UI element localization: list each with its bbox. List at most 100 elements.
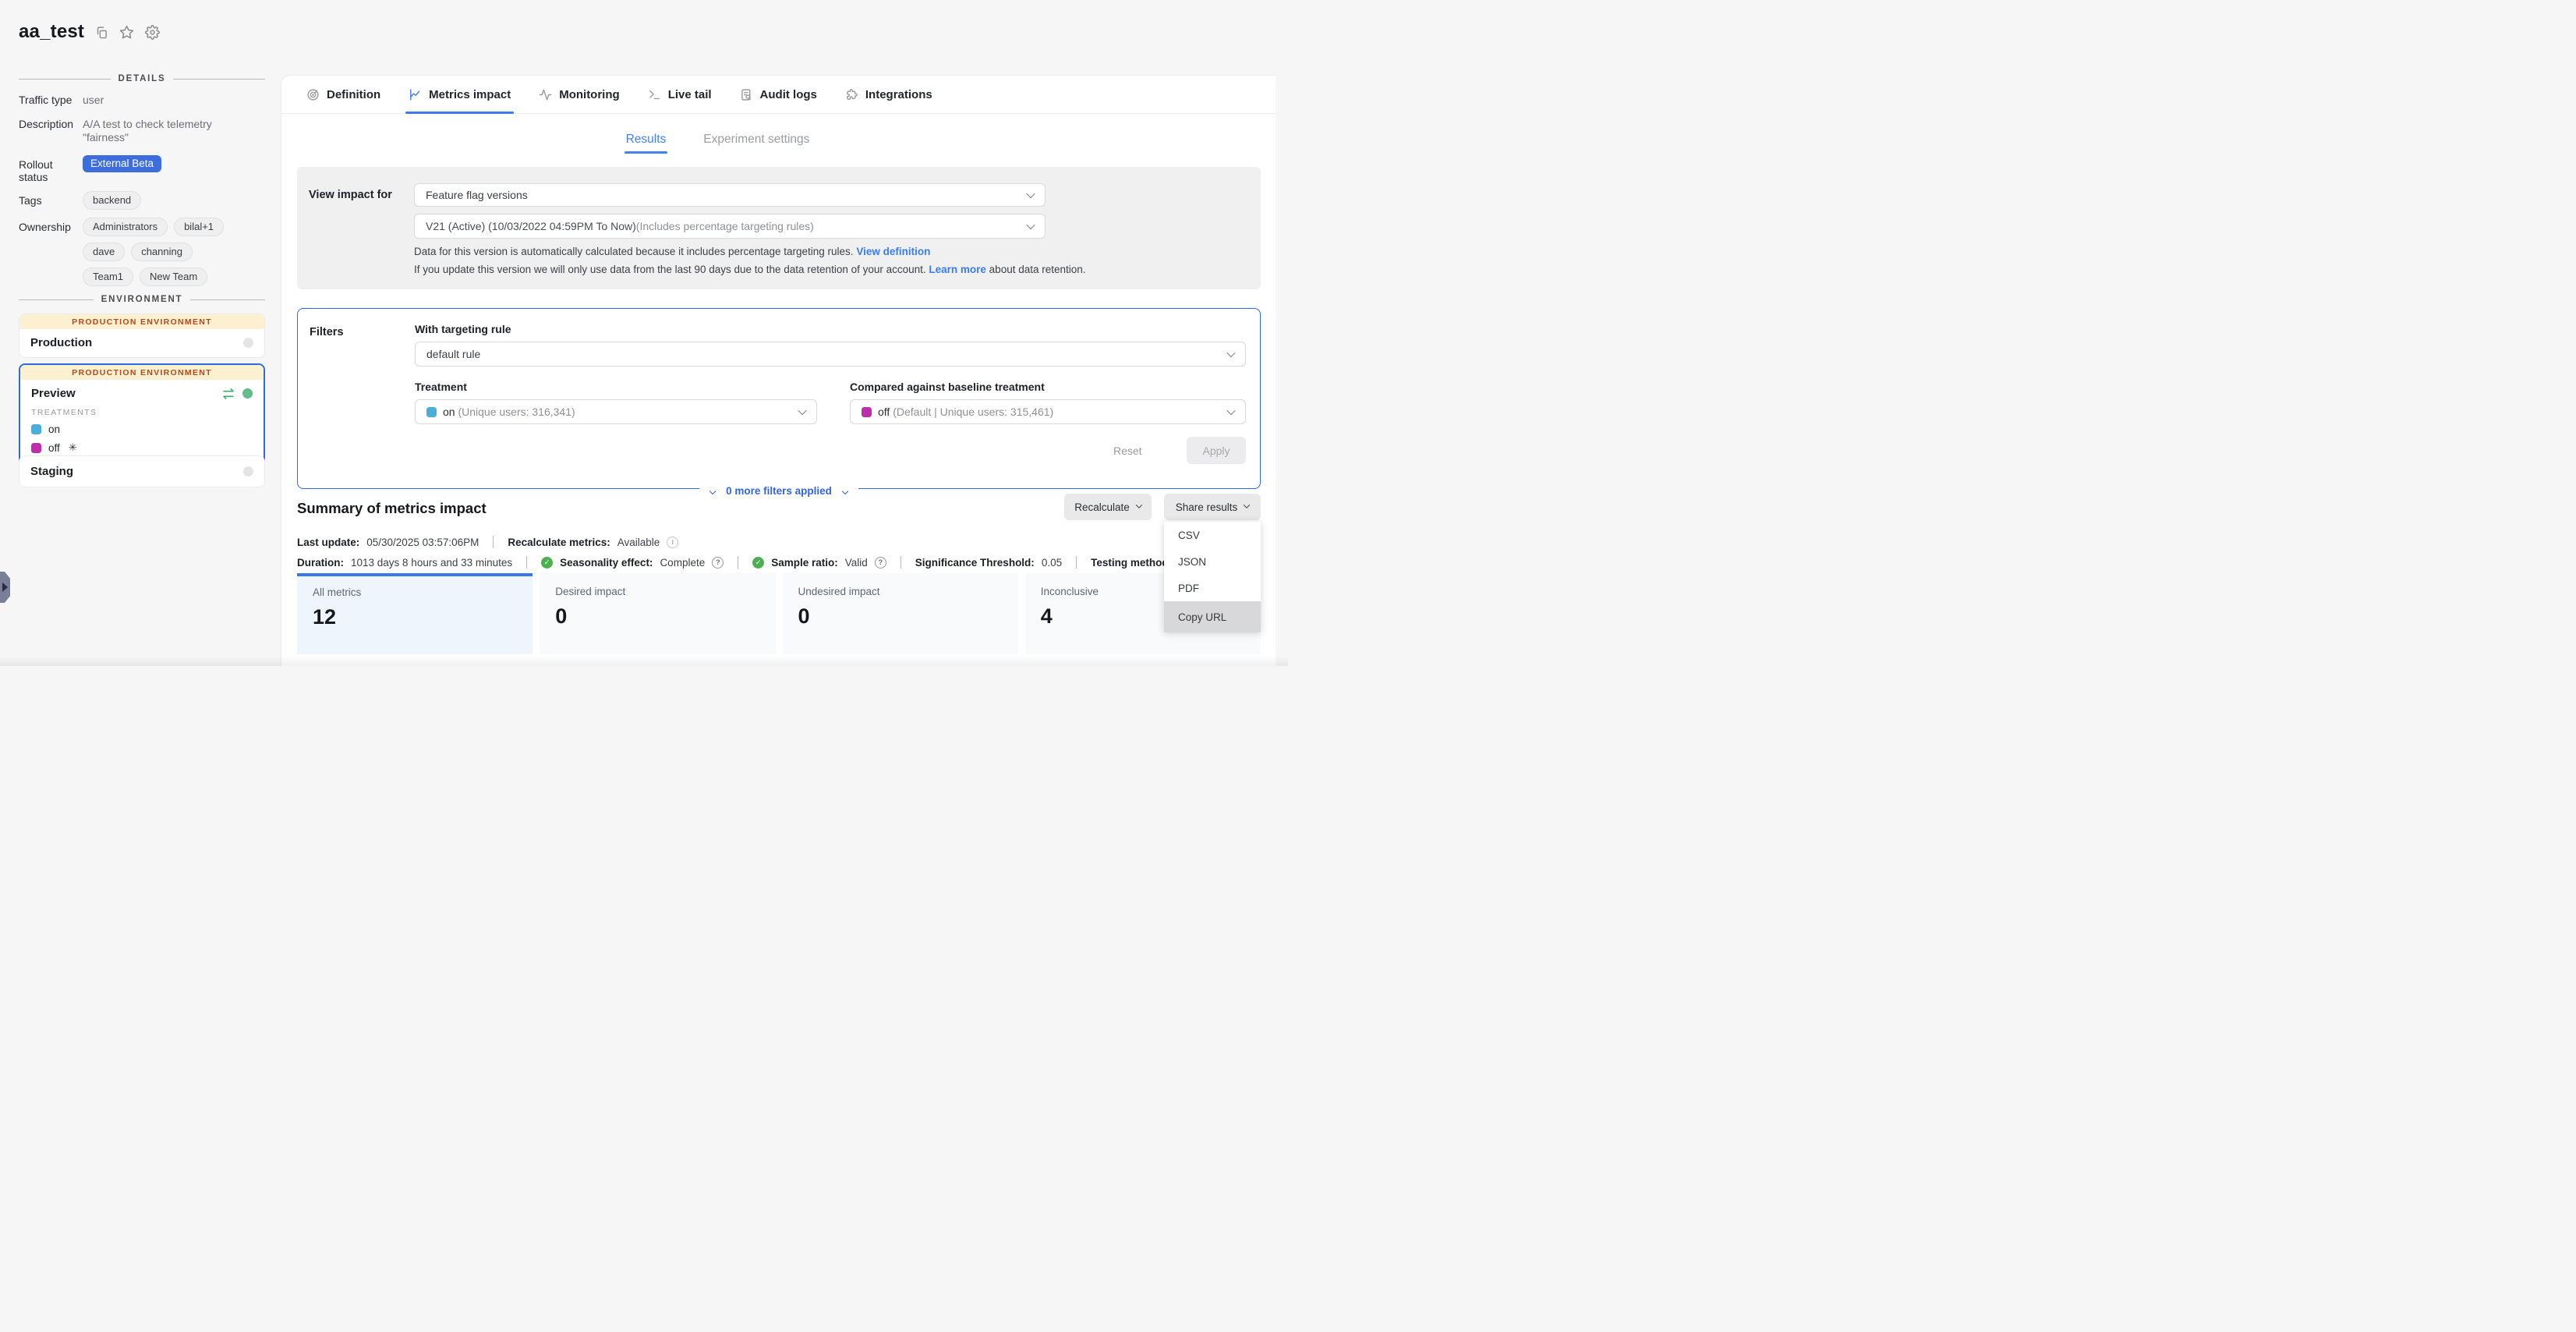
sidebar-expand-handle[interactable] xyxy=(0,572,10,603)
detail-tags: Tags backend xyxy=(19,191,265,210)
environment-heading: ENVIRONMENT xyxy=(19,295,265,304)
chevron-down-icon xyxy=(1136,501,1142,508)
gear-icon[interactable] xyxy=(145,25,160,40)
share-menu-item-copy-url[interactable]: Copy URL xyxy=(1164,601,1261,632)
more-filters-toggle[interactable]: 0 more filters applied xyxy=(699,485,858,497)
owner-pill[interactable]: dave xyxy=(83,243,125,261)
share-results-menu: CSV JSON PDF Copy URL xyxy=(1164,522,1261,632)
baseline-select[interactable]: off (Default | Unique users: 315,461) xyxy=(850,399,1246,424)
detail-traffic-type: Traffic type user xyxy=(19,94,265,108)
env-name: Staging xyxy=(30,465,73,478)
filters-panel: Filters With targeting rule default rule… xyxy=(297,308,1261,489)
version-select[interactable]: V21 (Active) (10/03/2022 04:59PM To Now)… xyxy=(414,214,1046,239)
chevron-down-icon xyxy=(842,487,848,494)
status-dot-grey xyxy=(243,466,253,476)
filters-label: Filters xyxy=(310,326,344,338)
view-impact-label: View impact for xyxy=(309,189,392,201)
subtab-experiment-settings[interactable]: Experiment settings xyxy=(703,133,809,154)
learn-more-link[interactable]: Learn more xyxy=(929,264,986,275)
env-card-staging[interactable]: Staging xyxy=(19,455,265,487)
treatment-on-swatch xyxy=(426,407,437,417)
env-card-production[interactable]: PRODUCTION ENVIRONMENT Production xyxy=(19,314,265,358)
metric-summary-cards: All metrics 12 Desired impact 0 Undesire… xyxy=(297,573,1261,654)
owner-pill[interactable]: bilal+1 xyxy=(174,218,224,236)
tab-monitoring[interactable]: Monitoring xyxy=(539,76,619,113)
rollout-status-badge[interactable]: External Beta xyxy=(83,155,161,172)
details-heading: DETAILS xyxy=(19,74,265,83)
tab-definition[interactable]: Definition xyxy=(306,76,380,113)
chevron-down-icon xyxy=(798,406,806,415)
owner-pill[interactable]: Team1 xyxy=(83,267,133,286)
check-circle-icon: ✓ xyxy=(541,557,553,569)
share-menu-item-pdf[interactable]: PDF xyxy=(1164,575,1261,601)
document-search-icon xyxy=(740,88,753,101)
apply-button[interactable]: Apply xyxy=(1187,437,1246,464)
env-card-preview[interactable]: PRODUCTION ENVIRONMENT Preview TREATMENT… xyxy=(19,363,265,469)
reset-button[interactable]: Reset xyxy=(1113,445,1142,457)
detail-rollout-status: Rollout status External Beta xyxy=(19,155,265,183)
info-icon[interactable]: i xyxy=(667,537,678,548)
treatment-off-swatch xyxy=(31,443,41,453)
share-results-button[interactable]: Share results xyxy=(1164,494,1261,520)
owner-pill[interactable]: channing xyxy=(131,243,193,261)
owner-pill[interactable]: Administrators xyxy=(83,218,168,236)
env-name: Preview xyxy=(31,387,76,400)
summary-meta-row-1: Last update: 05/30/2025 03:57:06PM Recal… xyxy=(297,536,678,548)
recalculate-button[interactable]: Recalculate xyxy=(1064,494,1152,520)
chart-icon xyxy=(409,88,422,101)
page-title-row: aa_test xyxy=(19,21,160,43)
tag-pill[interactable]: backend xyxy=(83,191,141,210)
targeting-rule-select[interactable]: default rule xyxy=(415,342,1246,367)
version-note-1: Data for this version is automatically c… xyxy=(414,246,930,257)
divider xyxy=(493,536,494,548)
terminal-icon xyxy=(648,88,661,101)
tab-live-tail[interactable]: Live tail xyxy=(648,76,712,113)
divider xyxy=(1076,556,1077,569)
tab-metrics-impact[interactable]: Metrics impact xyxy=(409,76,511,113)
results-subtabs: Results Experiment settings xyxy=(221,133,1215,154)
tab-integrations[interactable]: Integrations xyxy=(845,76,932,113)
status-dot-green xyxy=(242,388,253,399)
details-grid: Traffic type user Description A/A test t… xyxy=(19,94,265,296)
main-panel: Definition Metrics impact Monitoring Liv… xyxy=(281,75,1276,666)
version-type-select[interactable]: Feature flag versions xyxy=(414,183,1046,207)
help-icon[interactable]: ? xyxy=(875,557,886,569)
check-circle-icon: ✓ xyxy=(752,557,764,569)
expand-arrow-icon xyxy=(2,583,8,592)
chevron-down-icon xyxy=(1026,221,1035,229)
sidebar: aa_test DETAILS Traffic type user Descri… xyxy=(0,0,281,666)
star-icon[interactable] xyxy=(119,25,134,40)
treatment-on-swatch xyxy=(31,424,41,434)
help-icon[interactable]: ? xyxy=(712,557,724,569)
baseline-label: Compared against baseline treatment xyxy=(850,381,1045,393)
tabs-row: Definition Metrics impact Monitoring Liv… xyxy=(281,76,1276,114)
chevron-down-icon xyxy=(1226,349,1235,357)
treatments-label: TREATMENTS xyxy=(31,408,253,417)
production-env-banner: PRODUCTION ENVIRONMENT xyxy=(20,365,264,380)
detail-ownership: Ownership Administrators bilal+1 dave ch… xyxy=(19,218,265,286)
card-all-metrics[interactable]: All metrics 12 xyxy=(297,573,533,654)
pulse-icon xyxy=(539,88,552,101)
puzzle-icon xyxy=(845,88,858,101)
page-title: aa_test xyxy=(19,21,84,43)
production-env-banner: PRODUCTION ENVIRONMENT xyxy=(19,314,264,329)
treatment-label: Treatment xyxy=(415,381,467,393)
env-name: Production xyxy=(30,336,92,349)
treatment-off-row: off ✳ xyxy=(31,441,253,454)
card-undesired-impact[interactable]: Undesired impact 0 xyxy=(783,573,1018,654)
treatment-select[interactable]: on (Unique users: 316,341) xyxy=(415,399,817,424)
share-menu-item-json[interactable]: JSON xyxy=(1164,548,1261,575)
card-desired-impact[interactable]: Desired impact 0 xyxy=(540,573,775,654)
summary-meta-row-2: Duration: 1013 days 8 hours and 33 minut… xyxy=(297,556,1229,569)
owner-pill[interactable]: New Team xyxy=(140,267,207,286)
target-icon xyxy=(306,88,320,101)
default-treatment-icon: ✳ xyxy=(69,441,77,454)
tab-audit-logs[interactable]: Audit logs xyxy=(740,76,817,113)
subtab-results[interactable]: Results xyxy=(626,133,667,154)
swap-arrows-icon xyxy=(222,388,235,399)
view-definition-link[interactable]: View definition xyxy=(856,246,930,257)
share-menu-item-csv[interactable]: CSV xyxy=(1164,522,1261,548)
chevron-down-icon xyxy=(709,487,716,494)
version-note-2: If you update this version we will only … xyxy=(414,264,1086,275)
copy-icon[interactable] xyxy=(95,26,108,39)
